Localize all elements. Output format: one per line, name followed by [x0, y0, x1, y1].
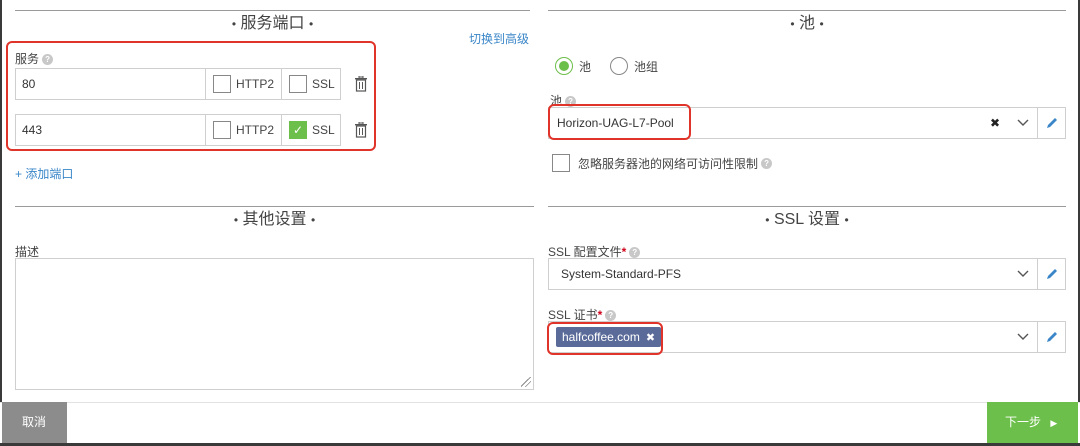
caret-right-icon: ▶	[1050, 418, 1058, 428]
other-settings-title: • 其他设置 •	[15, 206, 534, 234]
service-ports-title: • 服务端口 •	[15, 10, 530, 38]
pool-title: • 池 •	[548, 10, 1066, 38]
required-asterisk: *	[597, 308, 603, 322]
switch-advanced-link[interactable]: 切换到高级	[469, 30, 529, 47]
cancel-button[interactable]: 取消	[2, 402, 67, 443]
ssl-settings-title-text: SSL 设置	[773, 211, 841, 228]
radio-unselected-icon[interactable]	[610, 57, 628, 75]
add-port-link[interactable]: + 添加端口	[15, 165, 73, 182]
pencil-icon-svg[interactable]	[1045, 267, 1059, 281]
ssl-settings-title: • SSL 设置 •	[548, 206, 1066, 234]
edit-pencil-icon[interactable]	[1037, 108, 1065, 138]
pool-title-text: 池	[798, 15, 815, 32]
radio-pool-group-label: 池组	[634, 59, 659, 74]
chevron-down-icon[interactable]	[1009, 259, 1037, 289]
chevron-down-icon[interactable]	[1009, 108, 1037, 138]
ssl-profile-label-text: SSL 配置文件	[548, 245, 622, 259]
ignore-network-label: 忽略服务器池的网络可访问性限制	[578, 156, 759, 171]
radio-pool-label: 池	[579, 59, 592, 74]
annotation-highlight-pool	[548, 104, 691, 140]
help-icon[interactable]: ?	[761, 157, 773, 169]
clear-icon[interactable]: ✖	[981, 108, 1009, 138]
radio-pool-group[interactable]: 池组	[610, 57, 658, 75]
pencil-icon-svg[interactable]	[1045, 330, 1059, 344]
radio-pool[interactable]: 池	[555, 57, 591, 75]
help-icon[interactable]: ?	[605, 310, 617, 321]
chevron-down-icon-svg[interactable]	[1017, 270, 1029, 278]
ssl-profile-value: System-Standard-PFS	[561, 267, 682, 281]
chevron-down-icon-svg[interactable]	[1017, 119, 1029, 127]
edit-pencil-icon[interactable]	[1037, 259, 1065, 289]
ignore-network-checkbox[interactable]: 忽略服务器池的网络可访问性限制?	[552, 154, 773, 172]
chevron-down-icon[interactable]	[1009, 322, 1037, 352]
other-settings-title-text: 其他设置	[242, 211, 307, 228]
annotation-highlight-cert	[547, 322, 663, 355]
edit-pencil-icon[interactable]	[1037, 322, 1065, 352]
annotation-highlight-ports	[6, 41, 376, 151]
chevron-down-icon-svg[interactable]	[1017, 333, 1029, 341]
help-icon[interactable]: ?	[629, 247, 641, 258]
radio-selected-icon[interactable]	[555, 57, 573, 75]
ssl-profile-select[interactable]: System-Standard-PFS	[548, 258, 1066, 290]
next-button-label: 下一步	[1005, 415, 1042, 429]
service-ports-title-text: 服务端口	[240, 15, 305, 32]
pencil-icon-svg[interactable]	[1045, 116, 1059, 130]
window-border-left	[0, 0, 2, 446]
checkbox-icon[interactable]	[552, 154, 570, 172]
resize-grip-icon[interactable]	[521, 377, 531, 387]
description-textarea[interactable]	[15, 258, 534, 390]
footer-bar	[0, 402, 1080, 446]
ssl-cert-label-text: SSL 证书	[548, 308, 598, 322]
next-button[interactable]: 下一步 ▶	[987, 402, 1078, 443]
required-asterisk: *	[621, 245, 627, 259]
